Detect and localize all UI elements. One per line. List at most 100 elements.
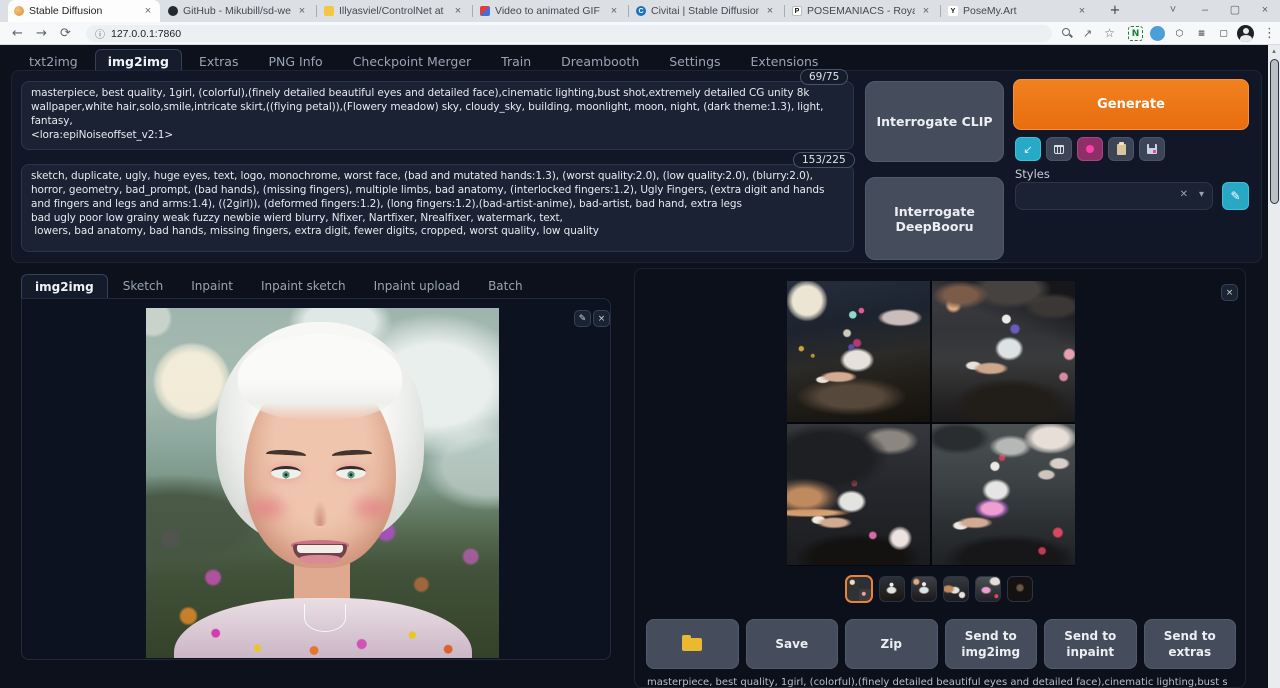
- zoom-icon[interactable]: [1062, 28, 1070, 36]
- save-style-button[interactable]: [1139, 137, 1165, 161]
- app-window: Stable Diffusion × GitHub - Mikubill/sd-…: [0, 0, 1280, 688]
- bookmark-star-icon[interactable]: ☆: [1100, 24, 1119, 43]
- zip-button[interactable]: Zip: [845, 619, 938, 669]
- subtab-batch[interactable]: Batch: [475, 274, 536, 301]
- browser-menu-icon[interactable]: ⋮: [1260, 24, 1279, 43]
- styles-dropdown[interactable]: ✕ ▾: [1015, 182, 1213, 210]
- clear-styles-icon[interactable]: ✕: [1180, 189, 1188, 200]
- browser-tab-posemy-art[interactable]: Y PoseMy.Art ×: [942, 0, 1094, 22]
- profile-avatar[interactable]: [1237, 25, 1254, 42]
- forward-icon[interactable]: →: [32, 24, 51, 43]
- tab-separator: [316, 5, 317, 17]
- browser-tab-posemaniacs[interactable]: P POSEMANIACS - Royalty free 3 ×: [786, 0, 938, 22]
- extension-n-icon[interactable]: N: [1128, 26, 1143, 41]
- tab-close-icon[interactable]: ×: [608, 5, 620, 17]
- scrollbar-up-icon[interactable]: ▴: [1268, 45, 1280, 57]
- window-close-button[interactable]: ×: [1252, 0, 1278, 22]
- open-folder-button[interactable]: [646, 619, 739, 669]
- paste-arrow-icon: ↙: [1023, 143, 1032, 156]
- remove-image-button[interactable]: ×: [593, 310, 610, 327]
- pencil-icon: ✎: [579, 314, 587, 324]
- tab-close-icon[interactable]: ×: [764, 5, 776, 17]
- browser-tab-gif-converter[interactable]: Video to animated GIF converter ×: [474, 0, 626, 22]
- extensions-puzzle-icon[interactable]: ⬡: [1172, 26, 1187, 41]
- generated-image-4[interactable]: [932, 424, 1075, 565]
- back-icon[interactable]: ←: [8, 24, 27, 43]
- interrogate-clip-button[interactable]: Interrogate CLIP: [865, 81, 1004, 162]
- img2img-source-panel: ✎ ×: [21, 298, 611, 660]
- tab-close-icon[interactable]: ×: [296, 5, 308, 17]
- tab-close-icon[interactable]: ×: [142, 5, 154, 17]
- clear-prompt-button[interactable]: [1046, 137, 1072, 161]
- reload-icon[interactable]: ⟳: [56, 24, 75, 43]
- tab-title: Stable Diffusion: [29, 5, 137, 17]
- thumbnail-4[interactable]: [943, 576, 969, 602]
- generated-image-3[interactable]: [787, 424, 930, 565]
- window-split-icon[interactable]: ▢: [1216, 26, 1231, 41]
- thumbnail-1-selected[interactable]: [845, 575, 873, 603]
- url-text: 127.0.0.1:7860: [111, 28, 181, 40]
- extra-networks-button[interactable]: [1077, 137, 1103, 161]
- tab-title: PoseMy.Art: [963, 5, 1071, 17]
- portrait-nose: [312, 500, 328, 526]
- apply-style-button[interactable]: [1108, 137, 1134, 161]
- img2img-mode-tabs: img2img Sketch Inpaint Inpaint sketch In…: [21, 274, 536, 301]
- generate-button[interactable]: Generate: [1013, 79, 1249, 130]
- thumbnail-3[interactable]: [911, 576, 937, 602]
- send-to-extras-button[interactable]: Send to extras: [1144, 619, 1237, 669]
- tab-separator: [940, 5, 941, 17]
- tab-close-icon[interactable]: ×: [1076, 5, 1088, 17]
- subtab-sketch[interactable]: Sketch: [110, 274, 176, 301]
- tab-separator: [472, 5, 473, 17]
- edit-styles-button[interactable]: ✎: [1222, 182, 1249, 210]
- thumbnail-5[interactable]: [975, 576, 1001, 602]
- edit-image-button[interactable]: ✎: [574, 310, 591, 327]
- tab-close-icon[interactable]: ×: [920, 5, 932, 17]
- save-button[interactable]: Save: [746, 619, 839, 669]
- tab-separator: [628, 5, 629, 17]
- new-tab-button[interactable]: +: [1106, 2, 1124, 20]
- extension-blue-icon[interactable]: [1150, 26, 1165, 41]
- window-maximize-button[interactable]: ▢: [1222, 0, 1248, 22]
- subtab-inpaint-upload[interactable]: Inpaint upload: [361, 274, 473, 301]
- generated-image-1[interactable]: [787, 281, 930, 422]
- interrogate-deepbooru-button[interactable]: Interrogate DeepBooru: [865, 177, 1004, 260]
- styles-label: Styles: [1015, 167, 1050, 181]
- send-to-img2img-button[interactable]: Send to img2img: [945, 619, 1038, 669]
- github-favicon: [168, 6, 178, 16]
- prompt-token-counter: 69/75: [800, 69, 848, 85]
- page-scrollbar[interactable]: ▴: [1268, 45, 1280, 688]
- site-info-icon[interactable]: ⓘ: [95, 26, 105, 41]
- window-chevron-icon[interactable]: ˅: [1160, 0, 1186, 22]
- window-minimize-button[interactable]: –: [1192, 0, 1218, 22]
- share-icon[interactable]: ↗: [1078, 24, 1097, 43]
- browser-tab-stable-diffusion[interactable]: Stable Diffusion ×: [8, 0, 160, 22]
- generated-image-grid[interactable]: [787, 281, 1075, 566]
- close-gallery-button[interactable]: ×: [1221, 284, 1238, 301]
- uploaded-image-preview[interactable]: [146, 308, 499, 658]
- thumbnail-2[interactable]: [879, 576, 905, 602]
- negative-prompt-token-counter: 153/225: [793, 152, 855, 168]
- chevron-down-icon[interactable]: ▾: [1199, 189, 1204, 200]
- portrait-hair-top: [238, 334, 402, 420]
- portrait-blush-left: [250, 498, 284, 518]
- prompt-input[interactable]: masterpiece, best quality, 1girl, (color…: [21, 81, 854, 150]
- browser-toolbar: ← → ⟳ ⓘ 127.0.0.1:7860 ↗ ☆ N ⬡ ≡ ▢ ⋮: [0, 22, 1280, 45]
- tab-close-icon[interactable]: ×: [452, 5, 464, 17]
- browser-tab-github[interactable]: GitHub - Mikubill/sd-webui-co ×: [162, 0, 314, 22]
- subtab-img2img[interactable]: img2img: [21, 274, 108, 301]
- thumbnail-6[interactable]: [1007, 576, 1033, 602]
- generated-image-2[interactable]: [932, 281, 1075, 422]
- extra-networks-icon: [1086, 145, 1094, 153]
- subtab-inpaint[interactable]: Inpaint: [178, 274, 246, 301]
- paste-parameters-button[interactable]: ↙: [1015, 137, 1041, 161]
- portrait-eye-right: [336, 466, 366, 479]
- address-bar[interactable]: ⓘ 127.0.0.1:7860: [86, 25, 1052, 42]
- browser-tab-controlnet[interactable]: Illyasviel/ControlNet at main ×: [318, 0, 470, 22]
- scrollbar-thumb[interactable]: [1270, 59, 1279, 204]
- negative-prompt-input[interactable]: sketch, duplicate, ugly, huge eyes, text…: [21, 164, 854, 252]
- send-to-inpaint-button[interactable]: Send to inpaint: [1044, 619, 1137, 669]
- media-queue-icon[interactable]: ≡: [1194, 26, 1209, 41]
- subtab-inpaint-sketch[interactable]: Inpaint sketch: [248, 274, 359, 301]
- browser-tab-civitai[interactable]: C Civitai | Stable Diffusion model ×: [630, 0, 782, 22]
